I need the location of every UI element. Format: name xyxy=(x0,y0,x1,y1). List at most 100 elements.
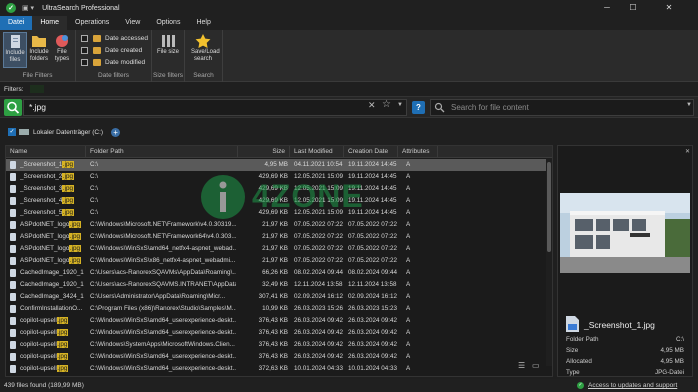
add-drive-icon[interactable]: + xyxy=(111,127,121,137)
preview-allocated-value: 4,95 MB xyxy=(660,358,684,365)
dropdown-icon[interactable]: ▼ xyxy=(397,102,403,108)
search-input[interactable]: *.jpg xyxy=(23,99,407,116)
maximize-icon[interactable]: ☐ xyxy=(620,0,646,16)
file-icon xyxy=(10,245,16,253)
table-row[interactable]: copilot-upsell.jpg C:\Windows\WinSxS\amd6… xyxy=(6,351,546,363)
table-row[interactable]: ASPdotNET_logo.jpg C:\Windows\Microsoft.N… xyxy=(6,219,546,231)
close-icon[interactable]: ✕ xyxy=(646,0,692,16)
row-folder: C:\ xyxy=(90,197,99,204)
table-row[interactable]: ASPdotNET_logo.jpg C:\Windows\WinSxS\x86_… xyxy=(6,255,546,267)
row-name: CachedImage_1920_1... xyxy=(20,279,84,291)
row-attr: A xyxy=(406,185,411,192)
file-icon xyxy=(10,173,16,181)
search-group: Save/Load search Search xyxy=(185,30,223,82)
row-name: ASPdotNET_logo.jpg xyxy=(20,255,84,267)
quick-access-icons[interactable]: ▣ ▾ xyxy=(22,4,34,12)
column-last-modified[interactable]: Last Modified xyxy=(290,146,344,158)
drive-checkbox[interactable]: ✓ xyxy=(8,128,16,136)
save-load-search-button[interactable]: Save/Load search xyxy=(191,32,220,68)
file-icon xyxy=(10,305,16,313)
table-row[interactable]: CachedImage_3424_1... C:\Users\Administra… xyxy=(6,291,546,303)
tab-help[interactable]: Help xyxy=(188,16,218,30)
results-grid: Name Folder Path Size Last Modified Crea… xyxy=(5,145,553,377)
table-row[interactable]: _Screenshot_2.jpg C:\ 429,69 KB 12.05.2021 … xyxy=(6,171,546,183)
tab-view[interactable]: View xyxy=(117,16,148,30)
file-size-button[interactable]: File size xyxy=(156,32,180,68)
date-modified-checkbox[interactable]: Date modified xyxy=(81,57,145,67)
row-size: 376,43 KB xyxy=(258,329,288,336)
search-icon[interactable] xyxy=(4,99,22,116)
tab-options[interactable]: Options xyxy=(148,16,188,30)
row-modified: 12.05.2021 15:09 xyxy=(294,185,344,192)
column-folder-path[interactable]: Folder Path xyxy=(86,146,238,158)
thumbnail-view-icon[interactable]: ▭ xyxy=(532,361,540,370)
clear-icon[interactable]: ✕ xyxy=(368,100,376,111)
vertical-scrollbar[interactable] xyxy=(546,158,552,366)
tab-home[interactable]: Home xyxy=(32,16,68,30)
filters-label: Filters: xyxy=(4,85,24,93)
table-row[interactable]: _Screenshot_1.jpg C:\ 4,95 MB 04.11.2021 10… xyxy=(6,159,546,171)
row-name-stem: _Screenshot_3 xyxy=(20,185,63,192)
updates-link[interactable]: Access to updates and support xyxy=(588,379,677,392)
row-modified: 07.05.2022 07:22 xyxy=(294,221,344,228)
table-row[interactable]: CachedImage_1920_1... C:\Users\acs-Ranore… xyxy=(6,279,546,291)
include-files-button[interactable]: Include files xyxy=(3,32,27,68)
scroll-thumb[interactable] xyxy=(547,162,551,252)
column-attributes[interactable]: Attributes xyxy=(398,146,438,158)
row-name-stem: _Screenshot_1 xyxy=(20,161,63,168)
date-created-checkbox[interactable]: Date created xyxy=(81,45,142,55)
table-row[interactable]: copilot-upsell.jpg C:\Windows\SystemApps\… xyxy=(6,339,546,351)
include-folders-button[interactable]: Include folders xyxy=(27,32,51,68)
list-view-icon[interactable]: ☰ xyxy=(518,361,525,370)
date-accessed-checkbox[interactable]: Date accessed xyxy=(81,33,148,43)
row-attr: A xyxy=(406,329,411,336)
column-size[interactable]: Size xyxy=(238,146,290,158)
row-created: 26.03.2024 09:42 xyxy=(348,353,398,360)
preview-allocated-label: Allocated xyxy=(566,358,592,365)
file-filters-group: Include files Include folders File types… xyxy=(0,30,76,82)
table-row[interactable]: ConfirmInstallationO... C:\Program Files … xyxy=(6,303,546,315)
help-query-icon[interactable]: ? xyxy=(412,101,425,114)
row-size: 307,41 KB xyxy=(258,293,288,300)
table-row[interactable]: copilot-upsell.jpg C:\Windows\WinSxS\amd6… xyxy=(6,363,546,375)
minimize-icon[interactable]: ─ xyxy=(594,0,620,16)
status-count: 439 files found (189,99 MB) xyxy=(4,382,84,389)
table-row[interactable]: CachedImage_1920_1... C:\Users\acs-Ranore… xyxy=(6,267,546,279)
preview-close-icon[interactable]: ✕ xyxy=(685,148,690,155)
file-icon xyxy=(10,161,16,169)
row-attr: A xyxy=(406,317,411,324)
filter-chip[interactable] xyxy=(29,85,44,93)
row-folder: C:\Windows\WinSxS\x86_netfx4-aspnet_weba… xyxy=(90,257,236,264)
preview-filename: _Screenshot_1.jpg xyxy=(584,320,655,330)
table-row[interactable]: _Screenshot_3.jpg C:\ 429,69 KB 12.05.2021 … xyxy=(6,183,546,195)
row-attr: A xyxy=(406,209,411,216)
tab-file[interactable]: Datei xyxy=(0,16,33,30)
file-filters-label: File Filters xyxy=(22,72,53,79)
preview-folder-value: C:\ xyxy=(675,336,684,343)
content-search-input[interactable]: Search for file content xyxy=(430,99,694,116)
row-name-stem: copilot-upsell xyxy=(20,353,57,360)
row-name: copilot-upsell.jpg xyxy=(20,363,84,375)
tab-operations[interactable]: Operations xyxy=(67,16,117,30)
content-dropdown-icon[interactable]: ▼ xyxy=(686,102,692,108)
file-types-button[interactable]: File types xyxy=(50,32,74,68)
file-icon xyxy=(10,233,16,241)
table-row[interactable]: _Screenshot_4.jpg C:\ 429,69 KB 12.05.2021 … xyxy=(6,195,546,207)
table-row[interactable]: _Screenshot_5.jpg C:\ 429,69 KB 12.05.2021 … xyxy=(6,207,546,219)
column-name[interactable]: Name xyxy=(6,146,86,158)
table-row[interactable]: ASPdotNET_logo.jpg C:\Windows\Microsoft.N… xyxy=(6,231,546,243)
table-row[interactable]: ASPdotNET_logo.jpg C:\Windows\WinSxS\amd6… xyxy=(6,243,546,255)
file-size-label: File size xyxy=(156,49,179,55)
include-files-label: Include files xyxy=(5,50,25,63)
row-name-extension: .jpg xyxy=(56,317,68,324)
row-created: 08.02.2024 09:44 xyxy=(348,269,398,276)
row-name-stem: copilot-upsell xyxy=(20,329,57,336)
row-folder: C:\Program Files (x86)\Ranorex\Studio\Sa… xyxy=(90,305,236,312)
column-creation-date[interactable]: Creation Date xyxy=(344,146,398,158)
file-icon xyxy=(10,281,16,289)
table-row[interactable]: copilot-upsell.jpg C:\Windows\WinSxS\amd6… xyxy=(6,327,546,339)
row-attr: A xyxy=(406,293,411,300)
row-name-extension: .jpg xyxy=(69,245,81,252)
table-row[interactable]: copilot-upsell.jpg C:\Windows\WinSxS\amd6… xyxy=(6,315,546,327)
favorite-star-icon[interactable]: ☆ xyxy=(382,99,391,110)
